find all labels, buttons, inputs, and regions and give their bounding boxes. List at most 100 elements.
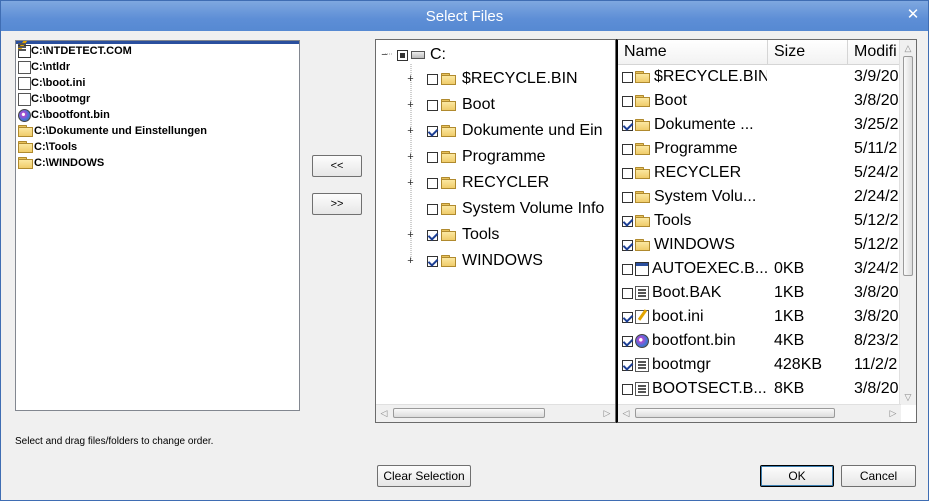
file-list-row[interactable]: bootfont.bin 4KB 8/23/2 xyxy=(618,329,903,353)
tree-node[interactable]: + $RECYCLE.BIN xyxy=(406,66,577,92)
file-row-checkbox[interactable] xyxy=(622,383,633,395)
order-list-item[interactable]: C:\bootfont.bin xyxy=(18,107,297,123)
expand-icon[interactable]: + xyxy=(406,255,415,266)
expand-icon[interactable]: + xyxy=(406,73,415,84)
column-name[interactable]: Name xyxy=(618,40,768,64)
tree-node-checkbox[interactable] xyxy=(427,125,438,137)
order-list-item[interactable]: C:\Dokumente und Einstellungen xyxy=(18,123,297,139)
order-list-item[interactable]: C:\Tools xyxy=(18,139,297,155)
file-row-checkbox[interactable] xyxy=(622,143,633,155)
file-row-checkbox[interactable] xyxy=(622,287,633,299)
folder-icon xyxy=(441,176,457,190)
tree-node[interactable]: + Programme xyxy=(406,144,546,170)
file-size xyxy=(774,161,846,185)
file-row-checkbox[interactable] xyxy=(622,191,633,203)
file-list-row[interactable]: Tools 5/12/2 xyxy=(618,209,903,233)
file-row-checkbox[interactable] xyxy=(622,167,633,179)
file-list-row[interactable]: BOOTSECT.B... 8KB 3/8/20 xyxy=(618,377,903,401)
tree-node-checkbox[interactable] xyxy=(427,99,438,111)
file-row-checkbox[interactable] xyxy=(622,215,633,227)
file-list-header: Name Size Modifi xyxy=(618,40,903,65)
tree-node[interactable]: + WINDOWS xyxy=(406,248,543,274)
close-icon[interactable]: ✕ xyxy=(904,6,922,24)
tree-horizontal-scrollbar[interactable]: ◁ ▷ xyxy=(376,404,615,422)
clear-selection-button[interactable]: Clear Selection xyxy=(377,465,471,487)
order-list-item[interactable]: C:\NTDETECT.COM xyxy=(18,43,297,59)
file-list[interactable]: Name Size Modifi $RECYCLE.BIN 3/9/20 Boot 3… xyxy=(616,39,917,423)
tree-node-checkbox[interactable] xyxy=(427,229,438,241)
scroll-left-icon[interactable]: ◁ xyxy=(618,405,634,421)
tree-node[interactable]: + Boot xyxy=(406,92,495,118)
collapse-icon[interactable]: − xyxy=(380,49,389,60)
scroll-right-icon[interactable]: ▷ xyxy=(885,405,901,421)
tree-node[interactable]: + RECYCLER xyxy=(406,170,549,196)
file-row-checkbox[interactable] xyxy=(622,239,633,251)
file-name-cell: boot.ini xyxy=(622,305,767,329)
cancel-button[interactable]: Cancel xyxy=(841,465,916,487)
file-list-horizontal-scrollbar[interactable]: ◁ ▷ xyxy=(618,404,901,422)
tree-node-checkbox[interactable] xyxy=(427,177,438,189)
root-checkbox[interactable] xyxy=(397,49,408,61)
tree-node[interactable]: System Volume Info xyxy=(406,196,604,222)
file-list-row[interactable]: System Volu... 2/24/2 xyxy=(618,185,903,209)
scroll-right-icon[interactable]: ▷ xyxy=(599,405,615,421)
expand-icon[interactable]: + xyxy=(406,151,415,162)
file-list-vertical-scrollbar[interactable]: △ ▽ xyxy=(899,40,916,405)
tree-node[interactable]: + Dokumente und Ein xyxy=(406,118,602,144)
expand-icon[interactable]: + xyxy=(406,177,415,188)
file-list-row[interactable]: bootmgr 428KB 11/2/2 xyxy=(618,353,903,377)
scroll-up-icon[interactable]: △ xyxy=(900,40,916,56)
column-size[interactable]: Size xyxy=(768,40,848,64)
scroll-left-icon[interactable]: ◁ xyxy=(376,405,392,421)
file-row-checkbox[interactable] xyxy=(622,71,633,83)
scroll-down-icon[interactable]: ▽ xyxy=(900,389,916,405)
folder-icon xyxy=(441,228,457,242)
folder-icon xyxy=(635,238,651,252)
order-list-item-label: C:\bootmgr xyxy=(31,93,91,105)
file-list-row[interactable]: Boot.BAK 1KB 3/8/20 xyxy=(618,281,903,305)
file-list-hscroll-thumb[interactable] xyxy=(635,408,835,418)
file-list-row[interactable]: $RECYCLE.BIN 3/9/20 xyxy=(618,65,903,89)
expand-icon[interactable]: + xyxy=(406,125,415,136)
file-list-row[interactable]: AUTOEXEC.B... 0KB 3/24/2 xyxy=(618,257,903,281)
tree-root-label: C: xyxy=(430,46,446,63)
file-name: RECYCLER xyxy=(654,164,742,181)
file-list-row[interactable]: Boot 3/8/20 xyxy=(618,89,903,113)
file-name-cell: bootfont.bin xyxy=(622,329,767,353)
file-list-row[interactable]: boot.ini 1KB 3/8/20 xyxy=(618,305,903,329)
file-size: 4KB xyxy=(774,332,805,349)
tree-node[interactable]: + Tools xyxy=(406,222,499,248)
file-list-row[interactable]: WINDOWS 5/12/2 xyxy=(618,233,903,257)
folder-tree[interactable]: − C: + $RECYCLE.BIN + Boot + Dokumente und Ei… xyxy=(375,39,616,423)
ok-button[interactable]: OK xyxy=(760,465,834,487)
tree-scroll-thumb[interactable] xyxy=(393,408,545,418)
file-row-checkbox[interactable] xyxy=(622,263,633,275)
tree-node-checkbox[interactable] xyxy=(427,203,438,215)
tree-node-label: Programme xyxy=(462,148,546,165)
move-down-button[interactable]: >> xyxy=(312,193,362,215)
file-list-row[interactable]: Programme 5/11/2 xyxy=(618,137,903,161)
file-row-checkbox[interactable] xyxy=(622,335,633,347)
tree-node-checkbox[interactable] xyxy=(427,255,438,267)
tree-root[interactable]: − C: xyxy=(380,42,446,68)
file-list-scroll-thumb[interactable] xyxy=(903,56,913,276)
file-list-row[interactable]: RECYCLER 5/24/2 xyxy=(618,161,903,185)
expand-icon[interactable]: + xyxy=(406,99,415,110)
order-list-item[interactable]: C:\ntldr xyxy=(18,59,297,75)
move-up-button[interactable]: << xyxy=(312,155,362,177)
file-list-row[interactable]: Dokumente ... 3/25/2 xyxy=(618,113,903,137)
file-row-checkbox[interactable] xyxy=(622,359,633,371)
file-row-checkbox[interactable] xyxy=(622,119,633,131)
system-file-icon xyxy=(18,60,31,74)
selected-files-order-list[interactable]: C:\NTDETECT.COM C:\ntldr C:\boot.ini C:\boo… xyxy=(15,40,300,411)
tree-node-checkbox[interactable] xyxy=(427,73,438,85)
order-list-item[interactable]: C:\boot.ini xyxy=(18,75,297,91)
order-list-item[interactable]: C:\WINDOWS xyxy=(18,155,297,171)
file-name-cell: Boot.BAK xyxy=(622,281,767,305)
order-list-item[interactable]: C:\bootmgr xyxy=(18,91,297,107)
folder-icon xyxy=(441,98,457,112)
file-row-checkbox[interactable] xyxy=(622,95,633,107)
expand-icon[interactable]: + xyxy=(406,229,415,240)
file-row-checkbox[interactable] xyxy=(622,311,633,323)
tree-node-checkbox[interactable] xyxy=(427,151,438,163)
